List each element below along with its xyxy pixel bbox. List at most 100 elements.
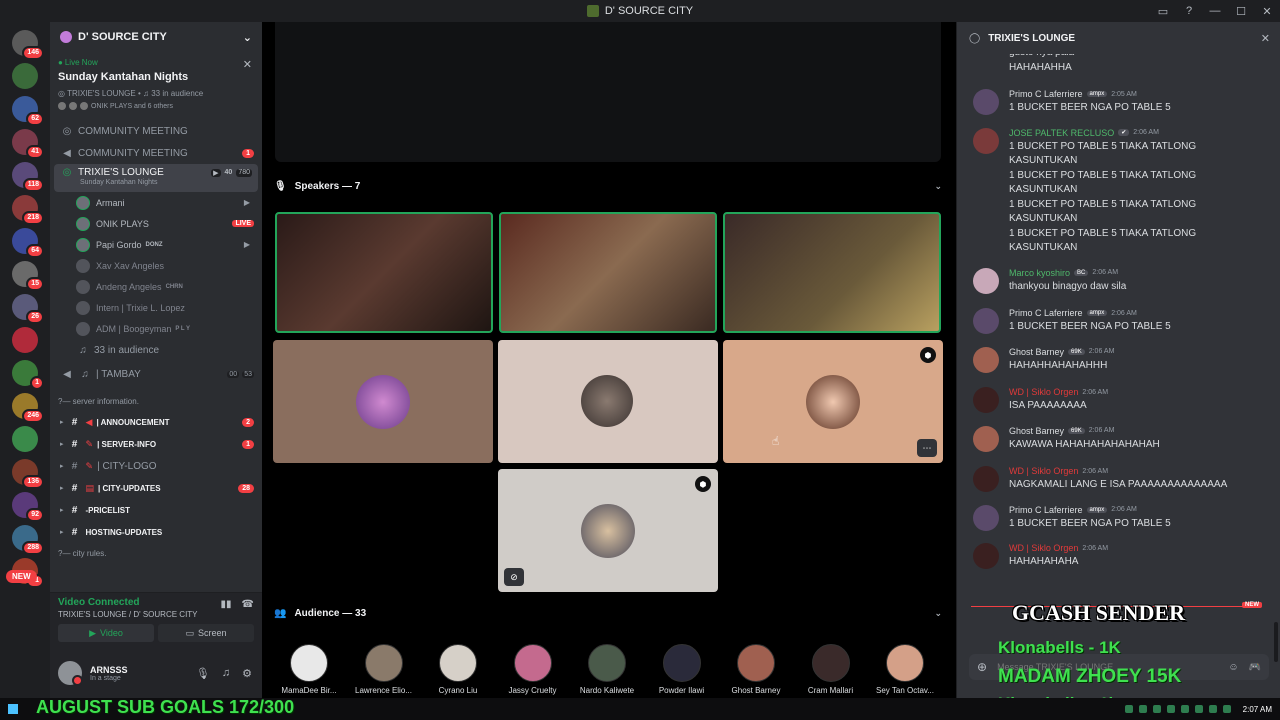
- maximize-button[interactable]: ☐: [1228, 5, 1254, 18]
- speakers-header[interactable]: 🎙 Speakers — 7 ⌄: [274, 178, 942, 194]
- minimize-button[interactable]: —: [1202, 5, 1228, 17]
- avatar[interactable]: [973, 504, 999, 531]
- help-icon[interactable]: ?: [1176, 5, 1202, 17]
- emoji-icon[interactable]: ☺: [1228, 662, 1238, 673]
- message-author[interactable]: Primo C Laferriere: [1009, 89, 1083, 99]
- audience-header[interactable]: 👥 Audience — 33 ⌄: [274, 605, 942, 621]
- text-channel[interactable]: ▸ # -PRICELIST: [50, 499, 262, 521]
- server-icon[interactable]: 136: [12, 459, 44, 489]
- category-city-rules[interactable]: ?— city rules.: [50, 543, 262, 563]
- server-icon[interactable]: [12, 63, 38, 89]
- video-button[interactable]: ▶ Video: [58, 624, 154, 642]
- server-icon[interactable]: 288: [12, 525, 44, 555]
- message-author[interactable]: Ghost Barney: [1009, 347, 1064, 357]
- server-icon[interactable]: 146: [12, 30, 44, 60]
- audience-member[interactable]: Ghost Barney: [721, 644, 791, 695]
- chevron-down-icon[interactable]: ⌄: [934, 181, 942, 192]
- server-icon[interactable]: 64: [12, 228, 44, 258]
- live-event-card[interactable]: Live Now Sunday Kantahan Nights ◎ TRIXIE…: [54, 54, 258, 114]
- message-author[interactable]: Primo C Laferriere: [1009, 308, 1083, 318]
- microphone-icon[interactable]: 🎙: [196, 667, 210, 680]
- speaker-tile[interactable]: [498, 340, 718, 463]
- headphones-icon[interactable]: ♫: [222, 667, 230, 680]
- close-icon[interactable]: ✕: [1261, 32, 1270, 45]
- text-channel[interactable]: ▸ # ▤ | CITY-UPDATES 28: [50, 477, 262, 499]
- gear-icon[interactable]: ⚙: [242, 667, 252, 680]
- voice-user-row[interactable]: Armani ▶: [50, 192, 262, 213]
- speaker-tile[interactable]: ⬢ ⋯: [723, 340, 943, 463]
- tray-icon[interactable]: [1208, 705, 1217, 713]
- speaker-video-tile[interactable]: [275, 212, 493, 333]
- avatar[interactable]: [973, 387, 999, 413]
- chevron-down-icon[interactable]: ⌄: [934, 608, 942, 619]
- message-author[interactable]: Primo C Laferriere: [1009, 505, 1083, 515]
- tray-icon[interactable]: [1180, 705, 1189, 713]
- windows-start-icon[interactable]: [8, 704, 18, 714]
- audience-member[interactable]: Powder Ilawi: [647, 644, 717, 695]
- text-channel[interactable]: ▸ # HOSTING-UPDATES: [50, 521, 262, 543]
- avatar[interactable]: [973, 308, 999, 334]
- avatar[interactable]: [973, 127, 999, 154]
- audience-member[interactable]: Jassy Cruelty: [498, 644, 568, 695]
- speaker-tile[interactable]: [273, 340, 493, 463]
- disconnect-icon[interactable]: ☎: [242, 599, 254, 610]
- message-author[interactable]: WD | Siklo Orgen: [1009, 543, 1078, 553]
- audience-member[interactable]: Cram Mallari: [796, 644, 866, 695]
- server-icon[interactable]: 218: [12, 195, 44, 225]
- avatar[interactable]: [973, 543, 999, 569]
- guild-header[interactable]: D' SOURCE CITY ⌄: [50, 22, 262, 52]
- new-unreads-pill[interactable]: NEW: [6, 570, 37, 583]
- tray-icon[interactable]: [1138, 705, 1147, 713]
- server-icon[interactable]: 62: [12, 96, 44, 126]
- server-icon[interactable]: 41: [12, 129, 44, 159]
- tray-icon[interactable]: [1124, 705, 1133, 713]
- avatar[interactable]: [973, 425, 999, 452]
- avatar[interactable]: [973, 466, 999, 492]
- avatar[interactable]: [58, 661, 83, 686]
- more-options-button[interactable]: ⋯: [917, 439, 937, 457]
- gamepad-icon[interactable]: 🎮: [1249, 662, 1261, 673]
- channel-tambay[interactable]: ◀ ♫ | TAMBAY 00 53: [50, 363, 262, 385]
- message-author[interactable]: Marco kyoshiro: [1009, 268, 1070, 278]
- server-icon[interactable]: 118: [12, 162, 44, 192]
- audience-member[interactable]: Sey Tan Octav...: [870, 644, 940, 695]
- voice-user-row[interactable]: Intern | Trixie L. Lopez: [50, 297, 262, 318]
- clock[interactable]: 2:07 AM: [1243, 705, 1272, 714]
- speaker-video-tile[interactable]: [723, 212, 941, 333]
- speaker-video-tile[interactable]: [499, 212, 717, 333]
- inbox-icon[interactable]: ▭: [1150, 5, 1176, 18]
- close-button[interactable]: ✕: [1254, 5, 1280, 18]
- avatar[interactable]: [973, 89, 999, 115]
- server-icon[interactable]: 246: [12, 393, 44, 423]
- close-icon[interactable]: ✕: [243, 58, 252, 71]
- speaker-tile[interactable]: ⬢ ⊘: [498, 469, 718, 592]
- voice-user-row[interactable]: ONIK PLAYS LIVE: [50, 213, 262, 234]
- voice-user-row[interactable]: Andeng Angeles CHRN: [50, 276, 262, 297]
- user-info[interactable]: ARNSSS In a stage: [90, 665, 128, 682]
- in-audience-row[interactable]: ♫ 33 in audience: [50, 339, 262, 361]
- server-icon[interactable]: [12, 426, 38, 452]
- channel-community-meeting-2[interactable]: ◀ COMMUNITY MEETING 1: [50, 142, 262, 164]
- voice-user-row[interactable]: ADM | Boogeyman P L Y: [50, 318, 262, 339]
- voice-user-row[interactable]: Xav Xav Angeles: [50, 255, 262, 276]
- voice-user-row[interactable]: Papi Gordo DONZ ▶: [50, 234, 262, 255]
- tray-icon[interactable]: [1166, 705, 1175, 713]
- audience-member[interactable]: Nardo Kaliwete: [572, 644, 642, 695]
- tray-icon[interactable]: [1194, 705, 1203, 713]
- category-server-information[interactable]: ?— server information.: [50, 391, 262, 411]
- audience-member[interactable]: Cyrano Liu: [423, 644, 493, 695]
- message-author[interactable]: JOSE PALTEK RECLUSO: [1009, 128, 1114, 138]
- tray-icon[interactable]: [1222, 705, 1231, 713]
- message-author[interactable]: WD | Siklo Orgen: [1009, 466, 1078, 476]
- text-channel[interactable]: ▸ # ✎ | SERVER-INFO 1: [50, 433, 262, 455]
- plus-icon[interactable]: ⊕: [977, 660, 987, 674]
- avatar[interactable]: [973, 267, 999, 294]
- server-icon[interactable]: 92: [12, 492, 44, 522]
- voice-location[interactable]: TRIXIE'S LOUNGE / D' SOURCE CITY: [58, 610, 254, 619]
- signal-icon[interactable]: ▮▮: [221, 599, 232, 610]
- message-author[interactable]: Ghost Barney: [1009, 426, 1064, 436]
- text-channel[interactable]: ▸ # ✎ | CITY-LOGO: [50, 455, 262, 477]
- server-icon[interactable]: 1: [12, 360, 44, 390]
- audience-member[interactable]: MamaDee Bir...: [274, 644, 344, 695]
- channel-community-meeting-1[interactable]: ◎ COMMUNITY MEETING: [50, 120, 262, 142]
